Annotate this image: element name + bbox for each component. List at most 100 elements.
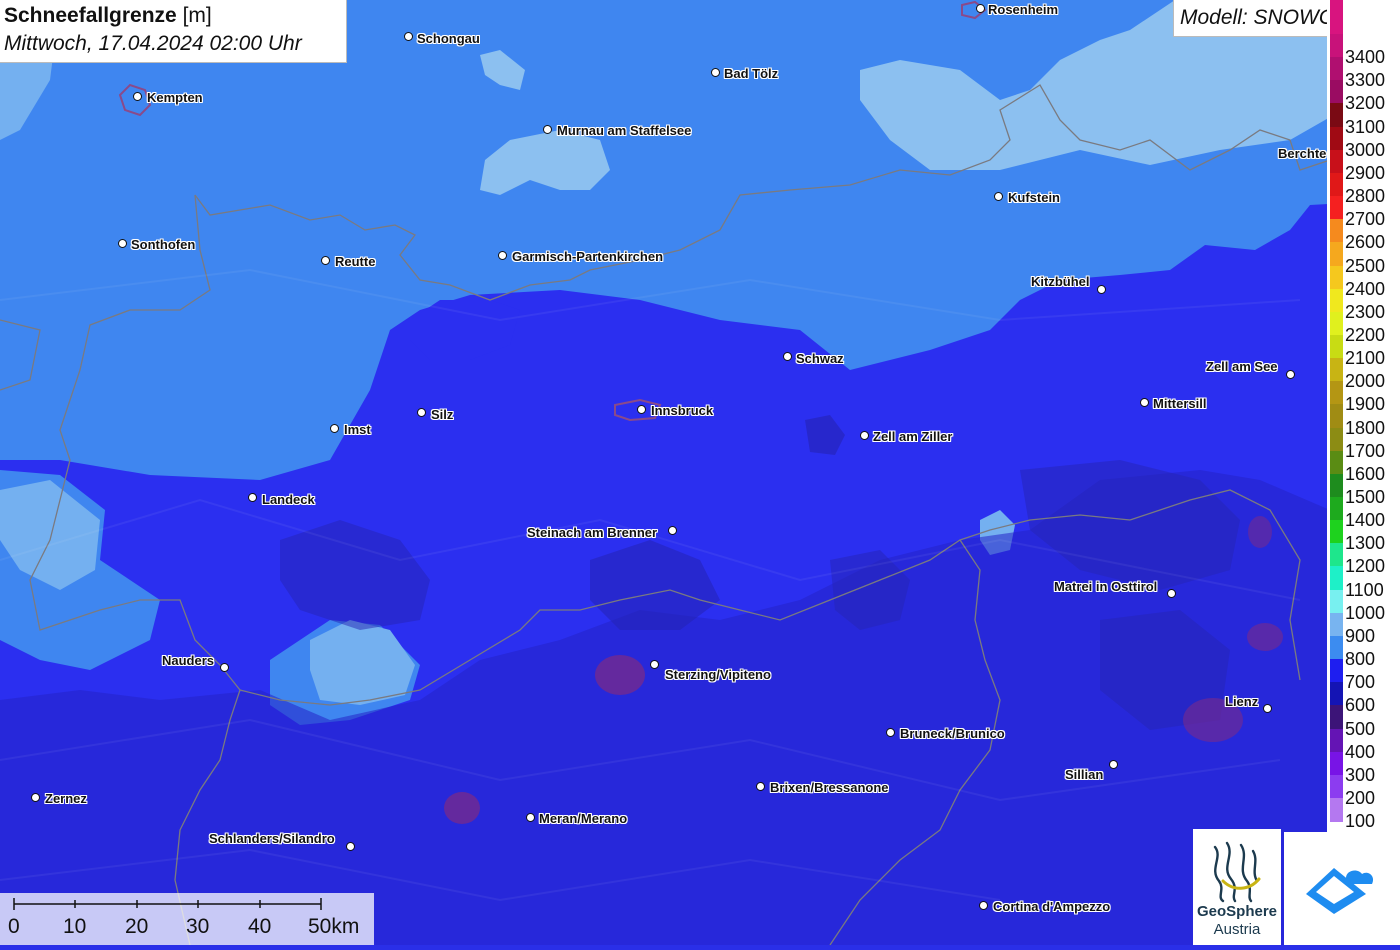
city-marker-icon[interactable] — [637, 405, 646, 414]
geosphere-name: GeoSphere — [1196, 903, 1278, 920]
legend-swatch — [1330, 682, 1343, 706]
legend-label: 3300 — [1345, 70, 1386, 91]
place-label-rosenheim[interactable]: Rosenheim — [988, 2, 1058, 17]
city-marker-icon[interactable] — [133, 92, 142, 101]
legend-swatch — [1330, 797, 1343, 822]
city-marker-icon[interactable] — [976, 4, 985, 13]
place-label-meran[interactable]: Meran/Merano — [539, 811, 627, 826]
city-marker-icon[interactable] — [1167, 589, 1176, 598]
legend-label: 2100 — [1345, 348, 1386, 369]
legend-swatch — [1330, 427, 1343, 452]
legend-swatch — [1330, 219, 1343, 243]
legend-swatch — [1330, 103, 1343, 128]
legend-swatch — [1330, 311, 1343, 336]
place-label-zernez[interactable]: Zernez — [45, 791, 87, 806]
legend-swatch — [1330, 705, 1343, 729]
place-label-sillian[interactable]: Sillian — [1065, 767, 1103, 782]
city-marker-icon[interactable] — [650, 660, 659, 669]
place-label-schwaz[interactable]: Schwaz — [796, 351, 844, 366]
place-label-brixen[interactable]: Brixen/Bressanone — [770, 780, 889, 795]
legend-label: 2200 — [1345, 324, 1386, 345]
place-label-garmisch[interactable]: Garmisch-Partenkirchen — [512, 249, 663, 264]
city-marker-icon[interactable] — [994, 192, 1003, 201]
legend-label: 1600 — [1345, 463, 1386, 484]
place-label-kitzbuehel[interactable]: Kitzbühel — [1031, 274, 1090, 289]
city-marker-icon[interactable] — [248, 493, 257, 502]
legend-label: 1000 — [1345, 602, 1386, 623]
legend-label: 1300 — [1345, 533, 1386, 554]
city-marker-icon[interactable] — [404, 32, 413, 41]
place-label-innsbruck[interactable]: Innsbruck — [651, 403, 713, 418]
place-label-silz[interactable]: Silz — [431, 407, 453, 422]
city-marker-icon[interactable] — [756, 782, 765, 791]
legend-label: 400 — [1345, 741, 1376, 762]
city-marker-icon[interactable] — [1263, 704, 1272, 713]
legend-label: 600 — [1345, 695, 1376, 716]
legend-label: 1100 — [1345, 579, 1384, 600]
place-label-mittersill[interactable]: Mittersill — [1153, 396, 1206, 411]
place-label-nauders[interactable]: Nauders — [162, 653, 214, 668]
city-marker-icon[interactable] — [417, 408, 426, 417]
place-label-cortina[interactable]: Cortina d'Ampezzo — [993, 899, 1110, 914]
place-label-sterzing[interactable]: Sterzing/Vipiteno — [665, 667, 771, 682]
legend-swatch — [1330, 126, 1343, 151]
city-marker-icon[interactable] — [31, 793, 40, 802]
legend-label: 3400 — [1345, 47, 1386, 68]
city-marker-icon[interactable] — [1140, 398, 1149, 407]
city-marker-icon[interactable] — [711, 68, 720, 77]
city-marker-icon[interactable] — [118, 239, 127, 248]
city-marker-icon[interactable] — [860, 431, 869, 440]
place-label-kempten[interactable]: Kempten — [147, 90, 203, 105]
legend-label: 100 — [1345, 811, 1376, 832]
city-marker-icon[interactable] — [1109, 760, 1118, 769]
place-label-schlanders[interactable]: Schlanders/Silandro — [209, 831, 335, 846]
legend-swatch — [1330, 543, 1343, 567]
snowfall-map[interactable] — [0, 0, 1400, 945]
place-label-sonthofen[interactable]: Sonthofen — [131, 237, 195, 252]
place-label-zell-am-see[interactable]: Zell am See — [1206, 359, 1278, 374]
model-label-box: Modell: SNOWGRID — [1173, 0, 1371, 37]
city-marker-icon[interactable] — [543, 125, 552, 134]
city-marker-icon[interactable] — [526, 813, 535, 822]
legend-swatch — [1330, 57, 1343, 81]
legend-swatch — [1330, 612, 1343, 637]
place-label-schongau[interactable]: Schongau — [417, 31, 480, 46]
legend-label: 1400 — [1345, 510, 1386, 531]
legend-swatch — [1330, 0, 1343, 34]
place-label-murnau[interactable]: Murnau am Staffelsee — [557, 123, 691, 138]
place-label-imst[interactable]: Imst — [344, 422, 371, 437]
legend-label: 2000 — [1345, 371, 1386, 392]
title-unit: [m] — [182, 4, 212, 27]
legend-label: 800 — [1345, 649, 1376, 670]
place-label-matrei[interactable]: Matrei in Osttirol — [1054, 579, 1157, 594]
place-label-lienz[interactable]: Lienz — [1225, 694, 1258, 709]
city-marker-icon[interactable] — [1286, 370, 1295, 379]
legend-label: 1500 — [1345, 487, 1386, 507]
place-label-kufstein[interactable]: Kufstein — [1008, 190, 1060, 205]
city-marker-icon[interactable] — [321, 256, 330, 265]
legend-label: 2300 — [1345, 301, 1386, 322]
city-marker-icon[interactable] — [498, 251, 507, 260]
city-marker-icon[interactable] — [220, 663, 229, 672]
geosphere-logo[interactable]: GeoSphere Austria — [1193, 829, 1281, 945]
place-label-reutte[interactable]: Reutte — [335, 254, 375, 269]
city-marker-icon[interactable] — [979, 901, 988, 910]
city-marker-icon[interactable] — [886, 728, 895, 737]
place-label-zell-am-ziller[interactable]: Zell am Ziller — [873, 429, 952, 444]
legend-swatch — [1330, 774, 1343, 799]
legend-label: 2800 — [1345, 186, 1386, 207]
legend-swatch — [1330, 751, 1343, 776]
partner-logo[interactable] — [1284, 832, 1400, 945]
place-label-bruneck[interactable]: Bruneck/Brunico — [900, 726, 1005, 741]
place-label-landeck[interactable]: Landeck — [262, 492, 315, 507]
legend-label: 2600 — [1345, 232, 1386, 253]
mountain-cloud-icon — [1306, 868, 1374, 914]
city-marker-icon[interactable] — [330, 424, 339, 433]
city-marker-icon[interactable] — [1097, 285, 1106, 294]
city-marker-icon[interactable] — [783, 352, 792, 361]
city-marker-icon[interactable] — [668, 526, 677, 535]
place-label-berchtesgaden[interactable]: Berchte — [1278, 146, 1326, 161]
city-marker-icon[interactable] — [346, 842, 355, 851]
place-label-bad-toelz[interactable]: Bad Tölz — [724, 66, 778, 81]
place-label-steinach[interactable]: Steinach am Brenner — [527, 525, 657, 540]
